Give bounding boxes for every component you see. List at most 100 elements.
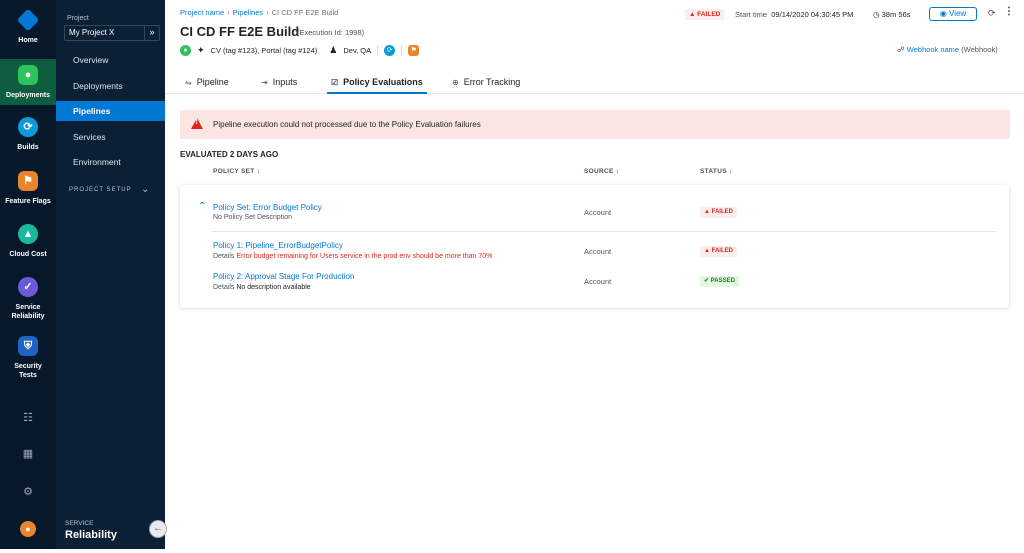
warning-icon: ▲ [704, 248, 712, 254]
column-header-status[interactable]: STATUS ↕ [700, 168, 733, 175]
alert-message: Pipeline execution could not processed d… [213, 120, 481, 129]
policy-set-title[interactable]: Policy Set: Error Budget Policy [213, 203, 322, 212]
policy-source: Account [584, 247, 612, 256]
view-label: View [949, 9, 967, 18]
deployments-icon: ● [18, 65, 38, 85]
nav-item-pipelines[interactable]: Pipelines [56, 101, 165, 121]
security-tests-icon: ⛨ [18, 336, 38, 356]
nav-item-deployments[interactable]: Deployments [56, 76, 165, 96]
error-tracking-icon: ⊕ [452, 78, 459, 87]
trigger-info: ☍ Webhook name (Webhook) [897, 45, 998, 54]
policy-set-description: No Policy Set Description [213, 214, 292, 221]
status-text: PASSED [710, 278, 735, 284]
tab-inputs[interactable]: ⇥ Inputs [261, 70, 297, 94]
start-time-value: 09/14/2020 04:30:45 PM [771, 10, 854, 19]
environment-icon: ♟ [329, 44, 338, 55]
tab-error-tracking[interactable]: ⊕ Error Tracking [452, 70, 520, 94]
rail-item-service-reliability[interactable]: ✓ Service Reliability [0, 277, 56, 321]
details-text: Error budget remaining for Users service… [236, 253, 493, 260]
branch-icon: ✦ [197, 44, 205, 55]
service-reliability-icon: ✓ [18, 277, 38, 297]
feature-flags-icon: ⚑ [18, 171, 38, 191]
details-label: Details [213, 284, 235, 291]
breadcrumb-pipelines[interactable]: Pipelines [233, 8, 263, 17]
column-header-source[interactable]: SOURCE ↕ [584, 168, 619, 175]
error-alert: Pipeline execution could not processed d… [180, 110, 1010, 139]
policy-title[interactable]: Policy 1: Pipeline_ErrorBudgetPolicy [213, 241, 343, 250]
rail-label: Builds [17, 144, 39, 151]
clock-icon: ◷ [873, 10, 882, 19]
pipeline-icon: ⇋ [185, 78, 192, 87]
module-name: Reliability [65, 529, 117, 541]
project-sidebar: Project My Project X » Overview Deployme… [56, 0, 165, 549]
chevron-up-icon[interactable]: ⌃ [198, 201, 206, 212]
check-circle-icon: ✔ [704, 278, 711, 284]
tab-label: Error Tracking [463, 77, 521, 87]
warning-icon: ▲ [689, 11, 698, 18]
gear-icon[interactable]: ⚙ [20, 484, 36, 500]
builds-icon[interactable]: ⟳ [384, 44, 396, 56]
chevron-down-icon[interactable]: ⌄ [141, 184, 149, 195]
divider [401, 44, 403, 56]
rail-item-feature-flags[interactable]: ⚑ Feature Flags [0, 171, 56, 206]
module-caption: SERVICE [65, 520, 94, 527]
rail-item-deployments[interactable]: ● Deployments [0, 59, 56, 105]
rail-label: Home [18, 37, 38, 44]
collapse-sidebar-button[interactable]: ← [149, 520, 167, 538]
status-text: FAILED [697, 11, 721, 18]
refresh-icon[interactable]: ⟳ [988, 8, 996, 19]
status-badge: ▲ FAILED [700, 207, 737, 218]
breadcrumb-separator: › [227, 8, 230, 17]
tab-pipeline[interactable]: ⇋ Pipeline [185, 70, 229, 94]
rail-item-cloud-cost[interactable]: ▲ Cloud Cost [0, 224, 56, 259]
policy-details: Details No description available [213, 284, 311, 291]
rail-label: Feature Flags [5, 198, 51, 205]
view-button[interactable]: ◉ View [929, 7, 977, 21]
nav-item-environment[interactable]: Environment [56, 152, 165, 172]
more-options-icon[interactable]: ⋮ [1004, 6, 1014, 17]
feature-flags-icon[interactable]: ⚑ [408, 44, 420, 56]
execution-status-badge: ▲ FAILED [685, 9, 725, 20]
project-selector[interactable]: My Project X » [64, 25, 160, 41]
column-header-policy-set[interactable]: POLICY SET ↕ [213, 168, 260, 175]
execution-meta: ● ✦ CV (tag #123), Portal (tag #124) ♟ D… [180, 44, 420, 56]
module-rail: Home ● Deployments ⟳ Builds ⚑ Feature Fl… [0, 0, 56, 549]
rail-item-home[interactable]: Home [0, 8, 56, 45]
webhook-name[interactable]: Webhook name [907, 45, 959, 54]
rail-item-builds[interactable]: ⟳ Builds [0, 117, 56, 152]
nav-item-overview[interactable]: Overview [56, 50, 165, 70]
evaluation-heading: EVALUATED 2 DAYS AGO [180, 150, 279, 159]
rail-label: Cloud Cost [9, 251, 47, 258]
webhook-icon: ☍ [897, 45, 907, 54]
tab-label: Inputs [272, 77, 298, 87]
details-text: No description available [236, 284, 311, 291]
start-time: Start time 09/14/2020 04:30:45 PM [735, 10, 853, 19]
breadcrumb-current: CI CD FF E2E Build [271, 8, 339, 17]
rail-label: Service Reliability [11, 304, 45, 320]
project-label: Project [67, 15, 89, 22]
policy-set-source: Account [584, 208, 612, 217]
duration-value: 38m 56s [881, 10, 911, 19]
environments-text: Dev, QA [343, 45, 372, 55]
chart-icon[interactable]: ☷ [20, 410, 36, 426]
grid-icon[interactable]: ▦ [20, 446, 36, 462]
user-avatar-icon[interactable]: ● [20, 521, 36, 537]
rail-label: Security Tests [14, 363, 42, 379]
start-time-label: Start time [735, 10, 768, 19]
tab-policy-evaluations[interactable]: ☑ Policy Evaluations [327, 70, 427, 94]
policy-title[interactable]: Policy 2: Approval Stage For Production [213, 272, 354, 281]
deployments-icon: ● [180, 44, 191, 56]
chevron-right-icon[interactable]: » [144, 25, 159, 41]
breadcrumb: Project name › Pipelines › CI CD FF E2E Buil… [180, 8, 338, 17]
policy-source: Account [584, 277, 612, 286]
policy-details: Details Error budget remaining for Users… [213, 253, 492, 260]
policy-icon: ☑ [331, 78, 339, 87]
project-setup-toggle[interactable]: PROJECT SETUP [69, 187, 132, 193]
nav-item-services[interactable]: Services [56, 127, 165, 147]
page-title: CI CD FF E2E Build [180, 24, 300, 39]
inputs-icon: ⇥ [261, 78, 268, 87]
warning-icon: ▲ [704, 209, 712, 215]
tags-text: CV (tag #123), Portal (tag #124) [210, 45, 318, 55]
breadcrumb-project[interactable]: Project name [180, 8, 224, 17]
rail-item-security-tests[interactable]: ⛨ Security Tests [0, 336, 56, 380]
